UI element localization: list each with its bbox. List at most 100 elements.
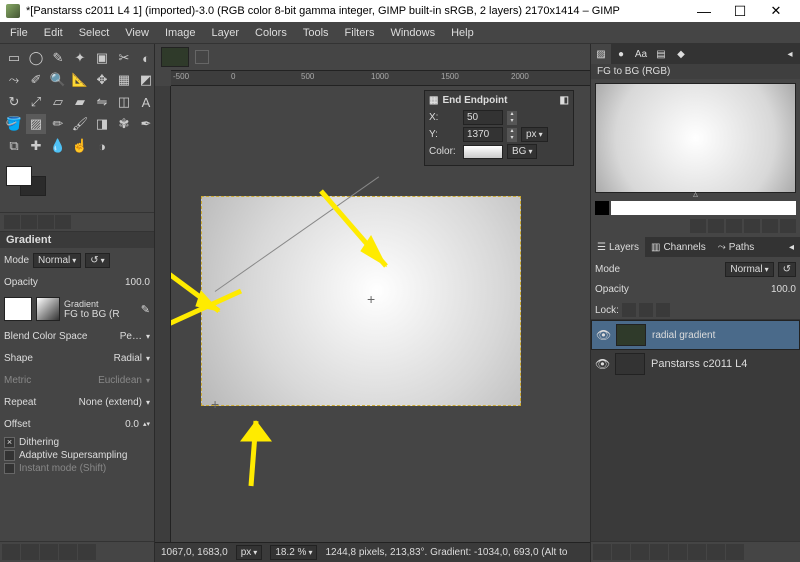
dock-btn-1[interactable] <box>2 544 20 560</box>
lbtn-new[interactable] <box>593 544 611 560</box>
tool-airbrush[interactable]: ✾ <box>114 114 134 134</box>
gradient-name[interactable]: FG to BG (R <box>64 309 137 320</box>
tool-heal[interactable]: ✚ <box>26 136 46 156</box>
lbtn-group[interactable] <box>612 544 630 560</box>
tab-channels[interactable]: ▥ Channels <box>645 237 712 257</box>
tab-fonts-icon[interactable]: Aa <box>631 44 651 64</box>
minimize-button[interactable]: — <box>686 0 722 22</box>
tool-blur[interactable]: 💧 <box>48 136 68 156</box>
tool-scissors[interactable]: ✂ <box>114 48 134 68</box>
gим endpoint-start[interactable]: + <box>211 396 221 406</box>
tool-text[interactable]: A <box>136 92 156 112</box>
zoom-select[interactable]: 18.2 %▾ <box>270 545 317 560</box>
tab-misc-icon[interactable]: ◆ <box>671 44 691 64</box>
lock-alpha-icon[interactable] <box>656 303 670 317</box>
endpoint-y-input[interactable] <box>463 127 503 142</box>
mode-select[interactable]: Normal▾ <box>33 253 81 268</box>
image-tab-thumb[interactable] <box>161 47 189 67</box>
opacity-value[interactable]: 100.0 <box>125 277 150 288</box>
tool-zoom[interactable]: 🔍 <box>48 70 68 90</box>
visibility-icon[interactable]: 👁 <box>595 357 609 371</box>
tool-by-color[interactable]: ▣ <box>92 48 112 68</box>
tool-crop[interactable]: ◩ <box>136 70 156 90</box>
tool-move[interactable]: ✥ <box>92 70 112 90</box>
endpoint-unit-select[interactable]: px▾ <box>521 127 548 142</box>
dock-btn-3[interactable] <box>40 544 58 560</box>
tool-measure[interactable]: 📐 <box>70 70 90 90</box>
tool-rotate[interactable]: ↻ <box>4 92 24 112</box>
image-tab-close[interactable] <box>195 50 209 64</box>
dock-btn-4[interactable] <box>59 544 77 560</box>
tool-shear[interactable]: ▱ <box>48 92 68 112</box>
endpoint-x-input[interactable] <box>463 110 503 125</box>
lbtn-mask[interactable] <box>707 544 725 560</box>
x-spin-up[interactable]: ▴ <box>507 111 517 118</box>
lbtn-merge[interactable] <box>688 544 706 560</box>
menu-file[interactable]: File <box>4 25 34 41</box>
panel-menu-icon[interactable]: ◂ <box>783 237 800 257</box>
instant-check[interactable]: Instant mode (Shift) <box>0 462 154 475</box>
tab-paths[interactable]: ⤳ Paths <box>712 237 761 257</box>
tab-device[interactable] <box>21 215 37 229</box>
visibility-icon[interactable]: 👁 <box>596 328 610 342</box>
ruler-horizontal[interactable]: -500 0 500 1000 1500 2000 <box>171 70 590 86</box>
tab-layers[interactable]: ☰ Layers <box>591 237 645 257</box>
menu-tools[interactable]: Tools <box>297 25 335 41</box>
close-button[interactable]: ✕ <box>758 0 794 22</box>
tool-scale[interactable]: ⤢ <box>26 92 46 112</box>
endpoint-color-swatch[interactable] <box>463 145 503 159</box>
menu-image[interactable]: Image <box>159 25 202 41</box>
fg-color-swatch[interactable] <box>6 166 32 186</box>
tool-dodge[interactable]: ◑ <box>92 136 112 156</box>
dock-btn-5[interactable] <box>78 544 96 560</box>
shape-value[interactable]: Radial <box>114 353 142 364</box>
pbtn-5[interactable] <box>762 219 778 233</box>
layer-mode-switch[interactable]: ↺ <box>778 262 796 277</box>
tab-brushes-icon[interactable]: ● <box>611 44 631 64</box>
tool-color-picker[interactable]: ✐ <box>26 70 46 90</box>
lock-position-icon[interactable] <box>639 303 653 317</box>
tab-menu-icon[interactable]: ◂ <box>780 44 800 64</box>
tool-foreground[interactable]: ◐ <box>136 48 156 68</box>
endpoint-dialog[interactable]: ▦End Endpoint◧ X: ▴▾ Y: ▴▾ px▾ Color: <box>424 90 574 166</box>
tool-gradient[interactable]: ▨ <box>26 114 46 134</box>
canvas[interactable]: + + ▦End Endpoint◧ X: ▴▾ Y: <box>171 86 590 542</box>
menu-layer[interactable]: Layer <box>206 25 246 41</box>
layer-item-1[interactable]: 👁 radial gradient <box>591 320 800 350</box>
blend-value[interactable]: Pe… <box>120 331 142 342</box>
gradient-preview[interactable]: ▵ <box>595 83 796 193</box>
lbtn-down[interactable] <box>650 544 668 560</box>
maximize-button[interactable]: ☐ <box>722 0 758 22</box>
repeat-value[interactable]: None (extend) <box>79 397 142 408</box>
pbtn-6[interactable] <box>780 219 796 233</box>
tool-rect-select[interactable]: ▭ <box>4 48 24 68</box>
tool-cage[interactable]: ◫ <box>114 92 134 112</box>
menu-view[interactable]: View <box>119 25 155 41</box>
menu-filters[interactable]: Filters <box>339 25 381 41</box>
tool-pencil[interactable]: ✏ <box>48 114 68 134</box>
status-unit[interactable]: px▾ <box>236 545 263 560</box>
lbtn-up[interactable] <box>631 544 649 560</box>
layer-name-1[interactable]: radial gradient <box>652 330 715 341</box>
tool-clone[interactable]: ⧉ <box>4 136 24 156</box>
menu-select[interactable]: Select <box>73 25 116 41</box>
dithering-check[interactable]: ×Dithering <box>0 436 154 449</box>
pbtn-1[interactable] <box>690 219 706 233</box>
gradient-endpoint-end[interactable]: + <box>367 291 377 301</box>
layer-name-2[interactable]: Panstarss c2011 L4 <box>651 358 747 370</box>
endpoint-color-src[interactable]: BG▾ <box>507 144 537 159</box>
tool-perspective[interactable]: ▰ <box>70 92 90 112</box>
tool-smudge[interactable]: ☝ <box>70 136 90 156</box>
tool-free-select[interactable]: ✎ <box>48 48 68 68</box>
gradient-edit-icon[interactable]: ✎ <box>141 303 150 316</box>
y-spin-down[interactable]: ▾ <box>507 135 517 142</box>
pbtn-4[interactable] <box>744 219 760 233</box>
menu-colors[interactable]: Colors <box>249 25 293 41</box>
ruler-vertical[interactable] <box>155 86 171 542</box>
layer-item-2[interactable]: 👁 Panstarss c2011 L4 <box>591 350 800 378</box>
pal-white[interactable] <box>611 201 796 215</box>
preview-handle-icon[interactable]: ▵ <box>693 189 698 200</box>
lbtn-dup[interactable] <box>669 544 687 560</box>
tool-paths[interactable]: ⤳ <box>4 70 24 90</box>
tab-undo[interactable] <box>38 215 54 229</box>
